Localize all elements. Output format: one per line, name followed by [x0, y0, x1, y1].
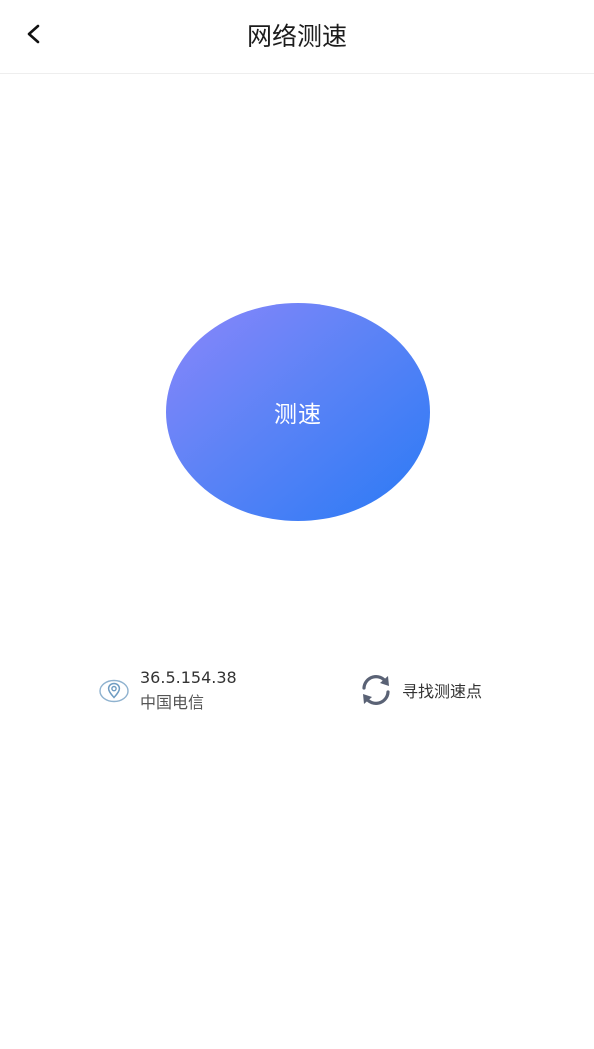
location-text: 36.5.154.38 中国电信	[140, 666, 237, 716]
location-pin-icon	[98, 675, 130, 707]
speed-test-label: 测速	[274, 402, 322, 428]
find-server-label: 寻找测速点	[402, 682, 483, 701]
find-test-server-button[interactable]: 寻找测速点	[356, 670, 482, 710]
start-speed-test-button[interactable]: 测速	[166, 303, 430, 521]
back-button[interactable]	[14, 14, 54, 54]
page-title: 网络测速	[246, 22, 347, 51]
ip-address: 36.5.154.38	[140, 668, 237, 687]
chevron-left-icon	[23, 23, 45, 45]
navigation-bar: 网络测速	[0, 0, 594, 74]
refresh-icon	[356, 670, 396, 710]
speed-test-page: 网络测速 测速 36.5.154.38 中国电信 寻找测速点	[0, 0, 594, 1049]
network-location-info: 36.5.154.38 中国电信	[98, 665, 237, 717]
isp-name: 中国电信	[140, 693, 205, 712]
